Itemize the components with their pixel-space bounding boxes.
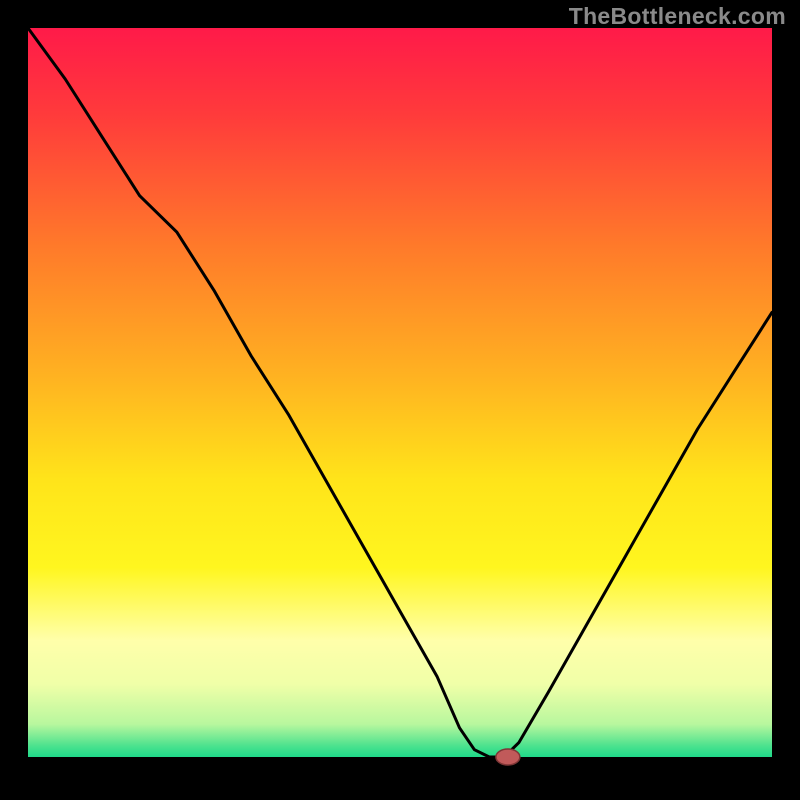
plot-background: [28, 28, 772, 757]
chart-container: TheBottleneck.com: [0, 0, 800, 800]
bottleneck-chart: [0, 0, 800, 800]
watermark-label: TheBottleneck.com: [569, 3, 786, 30]
minimum-marker: [496, 749, 520, 765]
